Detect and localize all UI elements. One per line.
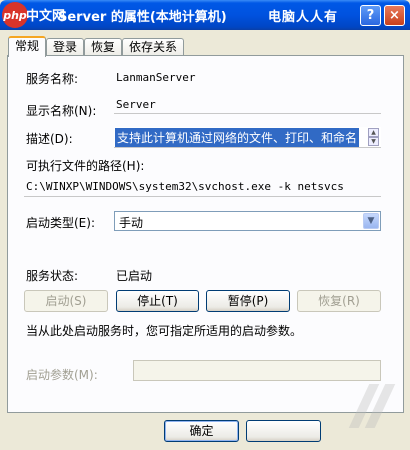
cancel-button[interactable] <box>246 420 321 442</box>
resume-button[interactable]: 恢复(R) <box>297 290 381 312</box>
description-label: 描述(D): <box>26 132 73 146</box>
description-underline <box>114 147 381 148</box>
display-name-input[interactable]: Server <box>116 98 156 111</box>
hint-text: 当从此处启动服务时，您可指定所适用的启动参数。 <box>26 324 303 338</box>
chevron-down-icon[interactable]: ▼ <box>363 213 379 229</box>
ok-button[interactable]: 确定 <box>164 420 239 442</box>
display-name-label: 显示名称(N): <box>26 104 97 118</box>
startup-type-select[interactable]: 手动 ▼ <box>114 211 381 231</box>
description-textarea[interactable]: 支持此计算机通过网络的文件、打印、和命名 ▲ ▼ <box>114 127 381 147</box>
start-button[interactable]: 启动(S) <box>24 290 108 312</box>
startup-type-label: 启动类型(E): <box>26 216 95 230</box>
tab-general[interactable]: 常规 <box>8 36 47 57</box>
exe-path-value: C:\WINXP\WINDOWS\system32\svchost.exe -k… <box>26 180 344 193</box>
exe-path-underline <box>24 196 381 197</box>
tab-strip: 常规 登录 恢复 依存关系 <box>8 36 185 57</box>
start-params-label: 启动参数(M): <box>26 368 98 382</box>
service-status-value: 已启动 <box>116 269 153 283</box>
stop-button[interactable]: 停止(T) <box>116 290 199 312</box>
watermark-text: 电脑人人有 <box>268 10 339 25</box>
startup-type-value: 手动 <box>119 216 144 230</box>
start-params-input[interactable] <box>133 360 381 381</box>
description-text: 支持此计算机通过网络的文件、打印、和命名 <box>115 128 359 147</box>
scroll-up-icon[interactable]: ▲ <box>368 128 379 137</box>
help-button[interactable]: ? <box>360 5 381 26</box>
title-bar[interactable]: php 中文网 Server 的属性(本地计算机) 电脑人人有 ? × <box>0 0 410 30</box>
service-name-value: LanmanServer <box>116 71 196 84</box>
watermark-icon <box>345 378 405 438</box>
pause-button[interactable]: 暂停(P) <box>206 290 290 312</box>
scroll-down-icon[interactable]: ▼ <box>368 137 379 146</box>
php-logo-icon: php <box>2 2 28 28</box>
exe-path-label: 可执行文件的路径(H): <box>26 159 145 173</box>
display-name-underline <box>114 113 381 114</box>
window-title: Server 的属性(本地计算机) <box>58 10 227 25</box>
close-button[interactable]: × <box>384 5 405 26</box>
service-name-label: 服务名称: <box>26 72 79 86</box>
service-status-label: 服务状态: <box>26 269 79 283</box>
